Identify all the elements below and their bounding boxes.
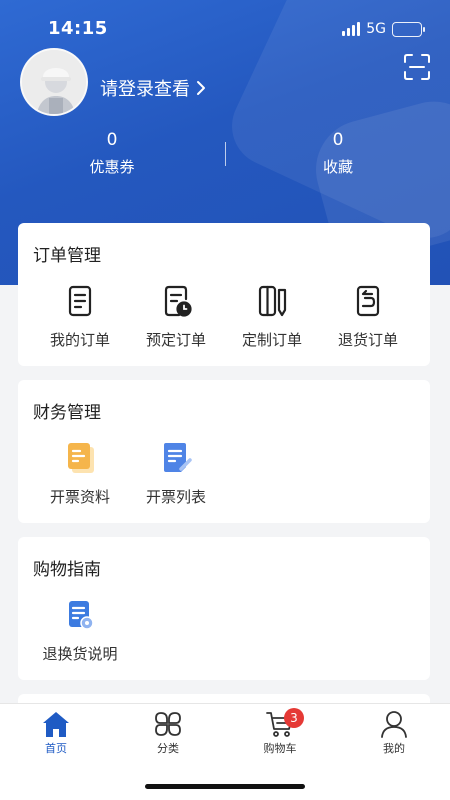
network-type: 5G	[366, 21, 386, 37]
status-time: 14:15	[48, 18, 108, 39]
shopping-guide-card: 购物指南 退换货说明	[18, 537, 430, 680]
stats-row: 0 优惠券 0 收藏	[0, 130, 450, 185]
reserved-orders-label: 预定订单	[145, 331, 206, 349]
tab-category-label: 分类	[157, 742, 179, 755]
invoice-list-label: 开票列表	[145, 488, 206, 506]
tab-home-label: 首页	[45, 742, 67, 755]
shopping-guide-title: 购物指南	[33, 560, 101, 580]
favorites-label: 收藏	[322, 158, 353, 176]
order-management-title: 订单管理	[33, 246, 101, 266]
tab-home[interactable]: 首页	[16, 710, 96, 756]
invoice-info-label: 开票资料	[49, 488, 110, 506]
reserved-orders-item[interactable]: 预定订单	[128, 284, 224, 350]
home-icon	[43, 712, 69, 737]
custom-orders-item[interactable]: 定制订单	[224, 284, 320, 350]
return-guide-icon	[69, 601, 94, 630]
order-clock-icon	[164, 285, 192, 317]
invoice-info-item[interactable]: 开票资料	[32, 441, 128, 507]
invoice-list-icon	[164, 443, 192, 472]
category-icon	[155, 712, 181, 736]
my-orders-label: 我的订单	[49, 331, 110, 349]
return-guide-item[interactable]: 退换货说明	[32, 598, 128, 664]
order-management-card: 订单管理 我的订单 预定订单 定制订单 退货订单	[18, 223, 430, 366]
custom-orders-label: 定制订单	[241, 331, 302, 349]
coupons-count: 0	[106, 130, 118, 150]
coupons-label: 优惠券	[89, 158, 135, 176]
invoice-info-icon	[68, 443, 94, 473]
signal-icon	[342, 22, 361, 36]
favorites-count: 0	[332, 130, 344, 150]
my-orders-item[interactable]: 我的订单	[32, 284, 128, 350]
invoice-list-item[interactable]: 开票列表	[128, 441, 224, 507]
chevron-right-icon	[197, 81, 205, 95]
login-prompt-text: 请登录查看	[100, 79, 190, 100]
tab-cart-label: 购物车	[263, 742, 297, 755]
tab-category[interactable]: 分类	[128, 710, 208, 756]
order-list-icon	[68, 285, 92, 317]
status-bar: 14:15 5G	[0, 18, 450, 42]
finance-management-title: 财务管理	[33, 403, 101, 423]
tab-profile-label: 我的	[383, 742, 405, 755]
user-icon	[381, 711, 407, 738]
battery-icon	[392, 21, 425, 37]
stats-divider	[225, 142, 226, 166]
order-return-icon	[356, 285, 380, 317]
return-orders-item[interactable]: 退货订单	[320, 284, 416, 350]
home-indicator[interactable]	[145, 784, 305, 789]
coupons-stat[interactable]: 0 优惠券	[52, 130, 172, 177]
login-link[interactable]: 请登录查看	[100, 75, 206, 101]
cart-badge: 3	[284, 708, 304, 728]
order-pencil-icon	[258, 285, 287, 317]
avatar[interactable]	[20, 48, 88, 116]
finance-management-card: 财务管理 开票资料 开票列表	[18, 380, 430, 523]
tab-cart[interactable]: 3 购物车	[240, 708, 320, 756]
tab-profile[interactable]: 我的	[354, 710, 434, 756]
favorites-stat[interactable]: 0 收藏	[278, 130, 398, 177]
return-guide-label: 退换货说明	[42, 645, 118, 663]
scan-icon[interactable]	[404, 54, 430, 80]
return-orders-label: 退货订单	[337, 331, 398, 349]
